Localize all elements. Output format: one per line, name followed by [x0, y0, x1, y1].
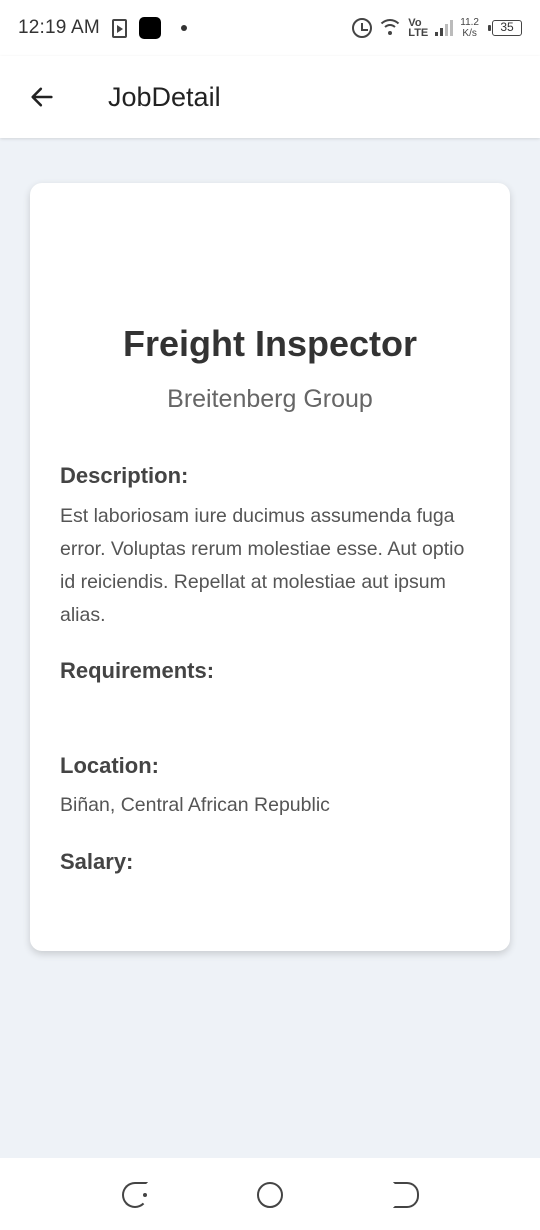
company-name: Breitenberg Group — [167, 385, 373, 413]
media-notification-icon — [111, 18, 127, 38]
network-speed: 11.2 K/s — [460, 17, 479, 39]
app-bar: JobDetail — [0, 56, 540, 138]
status-right: Vo LTE 11.2 K/s 35 — [352, 17, 522, 39]
app-notification-icon — [138, 17, 161, 39]
arrow-left-icon — [31, 87, 53, 107]
more-notifications-dot-icon — [180, 25, 187, 31]
job-title: Freight Inspector — [122, 323, 418, 364]
battery-icon: 35 — [488, 20, 522, 36]
volte-indicator: Vo LTE — [408, 18, 429, 39]
network-speed-value: 11.2 — [460, 17, 479, 28]
salary-label: Salary: — [60, 849, 134, 874]
description-label: Description: — [60, 463, 189, 488]
system-navigation-bar — [0, 1158, 540, 1230]
back-button[interactable] — [14, 69, 70, 125]
status-left: 12:19 AM — [18, 17, 187, 39]
back-icon[interactable] — [393, 1182, 419, 1208]
status-bar: 12:19 AM Vo LTE 11.2 K/s 35 — [0, 0, 540, 56]
location-text: Biñan, Central African Republic — [60, 794, 330, 816]
alarm-icon — [352, 18, 373, 38]
status-time: 12:19 AM — [18, 17, 100, 38]
wifi-icon — [379, 19, 402, 37]
volte-bottom-label: LTE — [408, 27, 429, 39]
page-title: JobDetail — [108, 81, 221, 112]
recent-apps-icon[interactable] — [122, 1182, 148, 1208]
home-circle-icon[interactable] — [257, 1182, 283, 1208]
requirements-label: Requirements: — [60, 658, 215, 683]
signal-strength-icon — [435, 20, 454, 36]
job-detail-card: Freight Inspector Breitenberg Group Desc… — [30, 183, 510, 951]
description-text: Est laboriosam iure ducimus assumenda fu… — [60, 505, 465, 626]
location-label: Location: — [60, 753, 159, 778]
network-speed-unit: K/s — [462, 28, 477, 39]
